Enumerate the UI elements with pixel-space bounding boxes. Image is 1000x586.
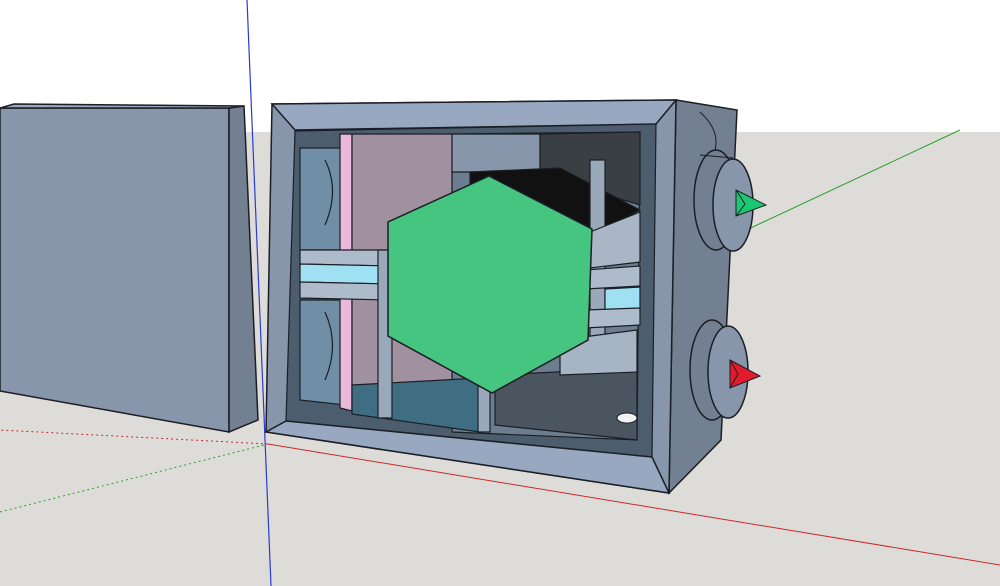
left-rail-top <box>299 249 391 267</box>
left-rail-bottom <box>299 281 391 301</box>
right-rail-bottom <box>584 307 641 329</box>
removed-front-panel[interactable] <box>0 103 259 434</box>
lower-left-duct <box>299 299 346 406</box>
right-blue-filter-strip <box>604 286 641 311</box>
front-panel-face <box>0 107 230 433</box>
scene-canvas[interactable] <box>0 0 1000 586</box>
upper-baffle <box>451 133 541 173</box>
drain-hole <box>616 412 638 424</box>
right-rail-top <box>584 265 641 290</box>
left-blue-filter-strip <box>299 263 391 285</box>
3d-viewport[interactable] <box>0 0 1000 586</box>
upper-left-duct <box>299 147 346 251</box>
